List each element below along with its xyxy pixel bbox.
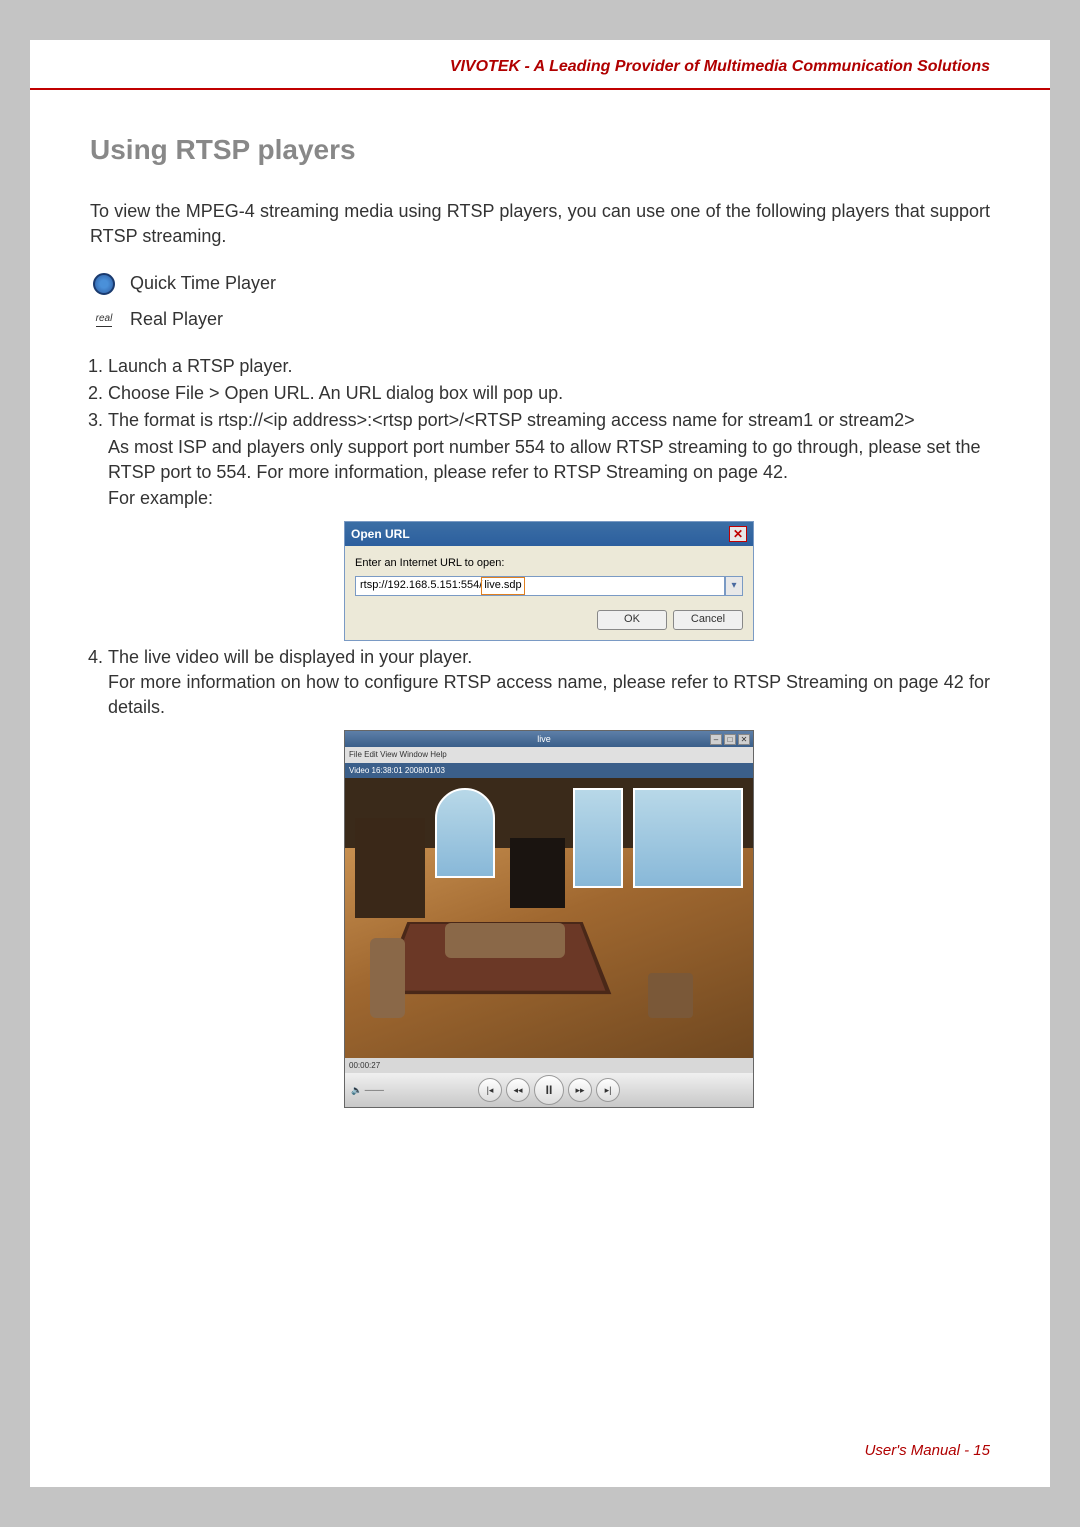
player-video-area: [345, 778, 753, 1058]
steps-list: Launch a RTSP player. Choose File > Open…: [90, 354, 990, 1108]
cancel-button[interactable]: Cancel: [673, 610, 743, 630]
skip-back-icon[interactable]: |◂: [478, 1078, 502, 1102]
minimize-icon[interactable]: –: [710, 734, 722, 745]
url-highlight-text: live.sdp: [481, 577, 524, 594]
header-text: VIVOTEK - A Leading Provider of Multimed…: [90, 58, 990, 76]
real-label: Real Player: [130, 307, 223, 332]
step-3-example: For example:: [108, 486, 990, 511]
volume-icon[interactable]: 🔈 ───: [351, 1084, 384, 1097]
step-1: Launch a RTSP player.: [108, 354, 990, 379]
player-real: real Real Player: [90, 306, 990, 334]
step-4: The live video will be displayed in your…: [108, 645, 990, 1108]
supported-players-list: Quick Time Player real Real Player: [90, 270, 990, 334]
player-title: live: [537, 733, 551, 746]
ok-button[interactable]: OK: [597, 610, 667, 630]
player-quicktime: Quick Time Player: [90, 270, 990, 298]
dialog-title: Open URL: [351, 526, 410, 543]
section-heading: Using RTSP players: [90, 130, 990, 169]
step-3: The format is rtsp://<ip address>:<rtsp …: [108, 408, 990, 641]
step-3-note: As most ISP and players only support por…: [108, 435, 990, 485]
quicktime-icon: [90, 270, 118, 298]
intro-paragraph: To view the MPEG-4 streaming media using…: [90, 199, 990, 249]
dialog-label: Enter an Internet URL to open:: [355, 556, 743, 571]
player-controls: 🔈 ─── |◂ ◂◂ II ▸▸ ▸|: [345, 1073, 753, 1107]
fastforward-icon[interactable]: ▸▸: [568, 1078, 592, 1102]
player-window-controls: – □ ✕: [710, 734, 750, 745]
document-page: VIVOTEK - A Leading Provider of Multimed…: [30, 40, 1050, 1487]
url-input[interactable]: rtsp://192.168.5.151:554/live.sdp: [355, 576, 725, 596]
page-content: Using RTSP players To view the MPEG-4 st…: [30, 90, 1050, 1170]
open-url-dialog-figure: Open URL ✕ Enter an Internet URL to open…: [108, 521, 990, 641]
skip-forward-icon[interactable]: ▸|: [596, 1078, 620, 1102]
close-icon[interactable]: ✕: [738, 734, 750, 745]
real-icon: real: [90, 306, 118, 334]
close-icon[interactable]: ✕: [729, 526, 747, 542]
step-4-text: The live video will be displayed in your…: [108, 647, 472, 667]
pause-icon[interactable]: II: [534, 1075, 564, 1105]
dialog-body: Enter an Internet URL to open: rtsp://19…: [345, 546, 753, 603]
url-base-text: rtsp://192.168.5.151:554/: [360, 578, 482, 593]
player-overlay-text: Video 16:38:01 2008/01/03: [345, 763, 753, 778]
player-titlebar: live – □ ✕: [345, 731, 753, 747]
url-input-row: rtsp://192.168.5.151:554/live.sdp ▾: [355, 576, 743, 596]
step-3-text: The format is rtsp://<ip address>:<rtsp …: [108, 410, 915, 430]
player-menubar[interactable]: File Edit View Window Help: [345, 747, 753, 762]
page-header: VIVOTEK - A Leading Provider of Multimed…: [30, 40, 1050, 90]
dialog-buttons: OK Cancel: [345, 604, 753, 640]
media-player-window: live – □ ✕ File Edit View Window Help Vi…: [344, 730, 754, 1108]
dialog-titlebar: Open URL ✕: [345, 522, 753, 547]
quicktime-label: Quick Time Player: [130, 271, 276, 296]
step-2: Choose File > Open URL. An URL dialog bo…: [108, 381, 990, 406]
step-4-note: For more information on how to configure…: [108, 670, 990, 720]
media-player-figure: live – □ ✕ File Edit View Window Help Vi…: [108, 730, 990, 1108]
chevron-down-icon[interactable]: ▾: [725, 576, 743, 596]
maximize-icon[interactable]: □: [724, 734, 736, 745]
page-footer: User's Manual - 15: [865, 1442, 990, 1459]
open-url-dialog: Open URL ✕ Enter an Internet URL to open…: [344, 521, 754, 641]
player-time-status: 00:00:27: [345, 1058, 753, 1073]
rewind-icon[interactable]: ◂◂: [506, 1078, 530, 1102]
